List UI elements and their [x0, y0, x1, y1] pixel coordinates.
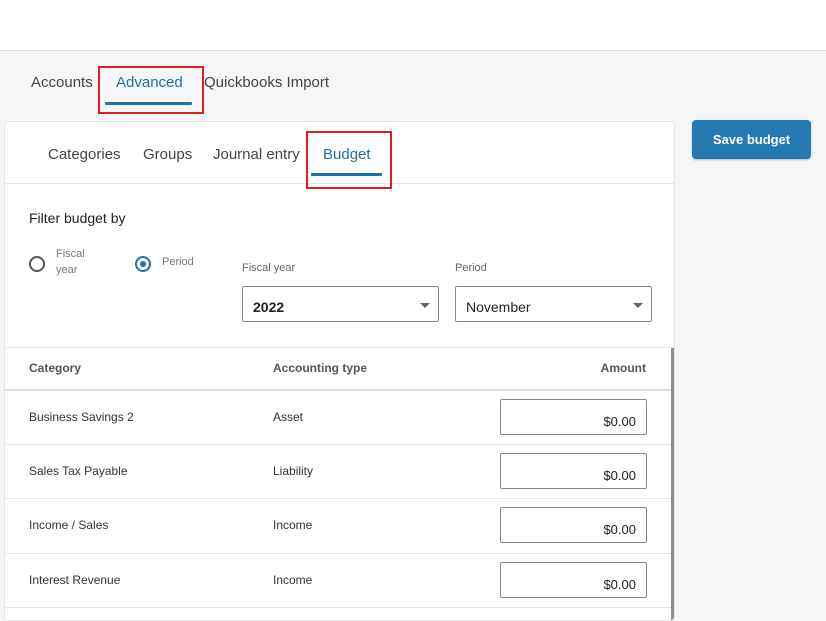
row-divider — [5, 498, 674, 499]
subtab-journal-entry[interactable]: Journal entry — [213, 146, 300, 163]
header-category: Category — [29, 361, 82, 375]
chevron-down-icon — [633, 303, 643, 308]
save-budget-button[interactable]: Save budget — [692, 120, 811, 159]
radio-period-label: Period — [162, 256, 194, 268]
row-category: Interest Revenue — [29, 573, 121, 587]
fiscal-year-value: 2022 — [253, 299, 285, 315]
amount-input[interactable]: $0.00 — [500, 507, 647, 543]
chevron-down-icon — [420, 303, 430, 308]
header-accounting-type: Accounting type — [273, 361, 368, 375]
tab-quickbooks-import[interactable]: Quickbooks Import — [204, 74, 329, 91]
subtab-budget-underline — [311, 173, 382, 176]
row-divider — [5, 553, 674, 554]
row-accounting-type: Income — [273, 518, 313, 532]
subtab-budget[interactable]: Budget — [323, 146, 371, 163]
row-accounting-type: Liability — [273, 464, 314, 478]
subtab-groups[interactable]: Groups — [143, 146, 192, 163]
subtab-divider — [5, 183, 674, 184]
amount-input[interactable]: $0.00 — [500, 453, 647, 489]
amount-input[interactable]: $0.00 — [500, 399, 647, 435]
radio-period[interactable] — [135, 256, 151, 272]
row-category: Sales Tax Payable — [29, 464, 128, 478]
row-divider — [5, 444, 674, 445]
budget-card: Categories Groups Journal entry Budget F… — [4, 121, 675, 621]
table-top-divider — [5, 347, 674, 348]
radio-fiscal-year[interactable] — [29, 256, 45, 272]
period-label: Period — [455, 262, 487, 274]
amount-value: $0.00 — [603, 522, 636, 537]
row-accounting-type: Income — [273, 573, 313, 587]
header-amount: Amount — [600, 361, 646, 375]
filter-title: Filter budget by — [29, 210, 126, 226]
tab-advanced[interactable]: Advanced — [116, 74, 183, 91]
period-value: November — [466, 299, 531, 315]
tab-advanced-underline — [105, 102, 192, 105]
fiscal-year-select[interactable]: 2022 — [242, 286, 439, 322]
row-accounting-type: Asset — [273, 410, 304, 424]
period-select[interactable]: November — [455, 286, 652, 322]
subtab-categories[interactable]: Categories — [48, 146, 121, 163]
amount-input[interactable]: $0.00 — [500, 562, 647, 598]
tab-accounts[interactable]: Accounts — [31, 74, 93, 91]
table-header-divider — [5, 389, 674, 391]
radio-fiscal-year-label: Fiscal year — [56, 246, 85, 278]
amount-value: $0.00 — [603, 577, 636, 592]
table-scrollbar[interactable] — [671, 348, 674, 620]
fiscal-year-label: Fiscal year — [242, 262, 296, 274]
radio-fiscal-year-label-line1: Fiscal — [56, 248, 85, 260]
row-category: Business Savings 2 — [29, 410, 134, 424]
top-bar — [0, 0, 826, 51]
radio-fiscal-year-label-line2: year — [56, 264, 78, 276]
row-divider — [5, 607, 674, 608]
amount-value: $0.00 — [603, 414, 636, 429]
row-category: Income / Sales — [29, 518, 109, 532]
amount-value: $0.00 — [603, 468, 636, 483]
